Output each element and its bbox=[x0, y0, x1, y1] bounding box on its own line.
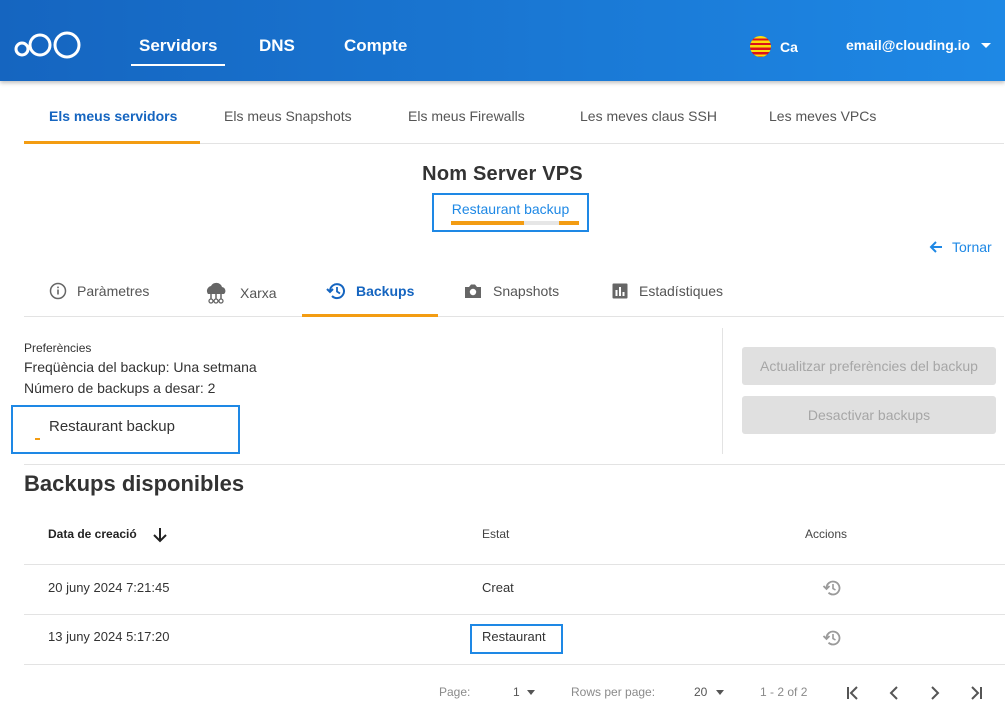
clouding-logo[interactable] bbox=[14, 28, 82, 62]
next-page-icon[interactable] bbox=[925, 683, 945, 703]
column-header-date[interactable]: Data de creació bbox=[48, 527, 137, 541]
tab-backups-label: Backups bbox=[356, 283, 415, 299]
camera-icon bbox=[465, 284, 481, 298]
backups-section-title: Backups disponibles bbox=[24, 471, 245, 496]
page-label: Page: bbox=[439, 685, 471, 699]
subnav-firewalls[interactable]: Els meus Firewalls bbox=[408, 108, 525, 124]
previous-page-icon[interactable] bbox=[884, 683, 904, 703]
tab-parametres-label: Paràmetres bbox=[77, 283, 150, 299]
tab-xarxa-label: Xarxa bbox=[240, 285, 277, 301]
restore-history-icon[interactable] bbox=[822, 628, 842, 648]
last-page-icon[interactable] bbox=[966, 683, 986, 703]
page-select-chevron-icon[interactable] bbox=[527, 690, 535, 695]
table-divider bbox=[24, 614, 1005, 615]
chevron-down-icon[interactable] bbox=[981, 43, 991, 48]
subnav-ssh-keys[interactable]: Les meves claus SSH bbox=[580, 108, 717, 124]
back-link[interactable]: Tornar bbox=[928, 239, 992, 255]
table-divider bbox=[24, 664, 1005, 665]
info-icon bbox=[49, 282, 67, 300]
update-preferences-button[interactable]: Actualitzar preferències del backup bbox=[742, 347, 996, 385]
tab-estadistiques-label: Estadístiques bbox=[639, 283, 724, 299]
rows-per-page-select[interactable]: 20 bbox=[694, 685, 707, 699]
restore-progress-bar bbox=[451, 221, 579, 225]
column-header-actions: Accions bbox=[805, 527, 848, 541]
restore-history-icon[interactable] bbox=[822, 578, 842, 598]
page-select[interactable]: 1 bbox=[513, 685, 520, 699]
language-selector[interactable]: Ca bbox=[750, 36, 798, 57]
disable-backups-button[interactable]: Desactivar backups bbox=[742, 396, 996, 434]
catalan-flag-icon bbox=[750, 36, 771, 57]
server-status-highlight: Restaurant backup bbox=[432, 193, 589, 232]
backup-date: 20 juny 2024 7:21:45 bbox=[48, 580, 170, 595]
tab-backups[interactable]: Backups bbox=[326, 282, 414, 300]
back-label: Tornar bbox=[952, 239, 992, 255]
language-label: Ca bbox=[780, 38, 798, 55]
restore-progress-fill bbox=[451, 221, 524, 225]
restoring-status-text: Restaurant backup bbox=[49, 418, 175, 435]
loading-indicator bbox=[35, 438, 40, 440]
subnav-vpcs[interactable]: Les meves VPCs bbox=[769, 108, 876, 124]
server-status-link[interactable]: Restaurant backup bbox=[434, 201, 587, 217]
section-subnav: Els meus servidors Els meus Snapshots El… bbox=[24, 96, 1004, 144]
column-header-status: Estat bbox=[482, 527, 510, 541]
history-icon bbox=[326, 283, 345, 300]
subnav-servidors[interactable]: Els meus servidors bbox=[49, 108, 177, 124]
restoring-status-highlight: Restaurant backup bbox=[11, 405, 240, 454]
arrow-left-icon bbox=[929, 241, 942, 253]
preferences-title: Preferències bbox=[24, 341, 92, 355]
cloud-network-icon bbox=[206, 282, 226, 304]
rows-per-page-label: Rows per page: bbox=[571, 685, 656, 699]
tab-xarxa[interactable]: Xarxa bbox=[202, 282, 277, 304]
backup-count: Número de backups a desar: 2 bbox=[24, 380, 216, 396]
tab-parametres[interactable]: Paràmetres bbox=[49, 282, 149, 300]
subnav-snapshots[interactable]: Els meus Snapshots bbox=[224, 108, 352, 124]
nav-compte[interactable]: Compte bbox=[344, 36, 407, 56]
restore-progress-fill-secondary bbox=[559, 221, 579, 225]
backup-status: Creat bbox=[482, 580, 514, 595]
tab-snapshots-label: Snapshots bbox=[493, 283, 560, 299]
top-bar: Servidors DNS Compte Ca email@clouding.i… bbox=[0, 0, 1005, 81]
backup-status: Restaurant bbox=[482, 629, 546, 644]
subnav-active-indicator bbox=[24, 141, 200, 144]
arrow-down-sort-icon[interactable] bbox=[151, 526, 169, 544]
vertical-divider bbox=[722, 328, 723, 454]
page-range: 1 - 2 of 2 bbox=[760, 685, 808, 699]
first-page-icon[interactable] bbox=[843, 683, 863, 703]
bar-chart-icon bbox=[612, 283, 628, 299]
user-menu[interactable]: email@clouding.io bbox=[846, 37, 970, 53]
nav-servidors[interactable]: Servidors bbox=[130, 36, 226, 66]
rows-select-chevron-icon[interactable] bbox=[716, 690, 724, 695]
tab-snapshots[interactable]: Snapshots bbox=[463, 282, 559, 300]
tab-estadistiques[interactable]: Estadístiques bbox=[611, 282, 723, 300]
tab-active-indicator bbox=[302, 314, 438, 317]
backup-date: 13 juny 2024 5:17:20 bbox=[48, 629, 170, 644]
section-divider bbox=[24, 464, 1005, 465]
backup-frequency: Freqüència del backup: Una setmana bbox=[24, 359, 257, 375]
table-divider bbox=[24, 564, 1005, 565]
server-tabs: Paràmetres Xarxa Backups Snapshots Estad… bbox=[24, 268, 1004, 317]
server-name: Nom Server VPS bbox=[422, 163, 583, 185]
nav-dns[interactable]: DNS bbox=[259, 36, 295, 56]
